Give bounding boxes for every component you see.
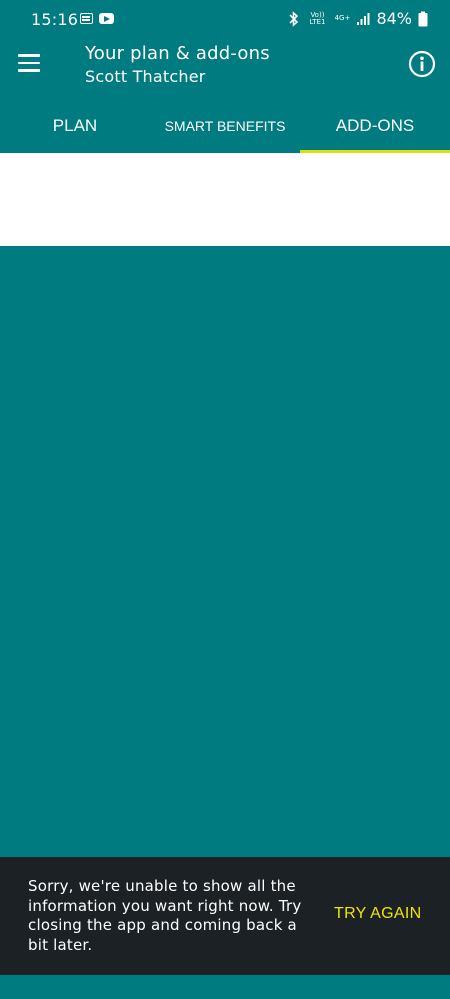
snackbar-message: Sorry, we're unable to show all the info… (28, 877, 302, 954)
tab-add-ons[interactable]: ADD-ONS (300, 98, 450, 153)
signal-strength-icon (356, 12, 370, 26)
app-header: Your plan & add-ons Scott Thatcher (0, 38, 450, 98)
battery-icon (418, 11, 428, 27)
error-snackbar: Sorry, we're unable to show all the info… (0, 857, 450, 975)
bottom-area (0, 975, 450, 999)
status-right-icons: Vo)) LTE1 4G+ 84% (288, 9, 428, 28)
status-left-icons (80, 13, 114, 24)
content-placeholder (0, 153, 450, 246)
volte-indicator: Vo)) LTE1 (309, 10, 326, 26)
tab-bar: PLAN SMART BENEFITS ADD-ONS (0, 98, 450, 153)
battery-percentage: 84% (376, 9, 412, 28)
status-bar: 15:16 Vo)) LTE1 4G+ 84% (0, 0, 450, 38)
calendar-notification-icon (80, 13, 93, 24)
youtube-notification-icon (99, 13, 114, 24)
account-name: Scott Thatcher (85, 67, 206, 86)
tab-smart-benefits[interactable]: SMART BENEFITS (150, 98, 300, 153)
info-icon[interactable] (408, 50, 436, 78)
hamburger-menu-icon[interactable] (18, 50, 48, 76)
status-time: 15:16 (31, 10, 79, 29)
try-again-button[interactable]: TRY AGAIN (334, 905, 421, 923)
network-type-indicator: 4G+ (334, 14, 351, 22)
page-title: Your plan & add-ons (85, 43, 270, 64)
bluetooth-icon (288, 10, 300, 27)
tab-plan[interactable]: PLAN (0, 98, 150, 153)
